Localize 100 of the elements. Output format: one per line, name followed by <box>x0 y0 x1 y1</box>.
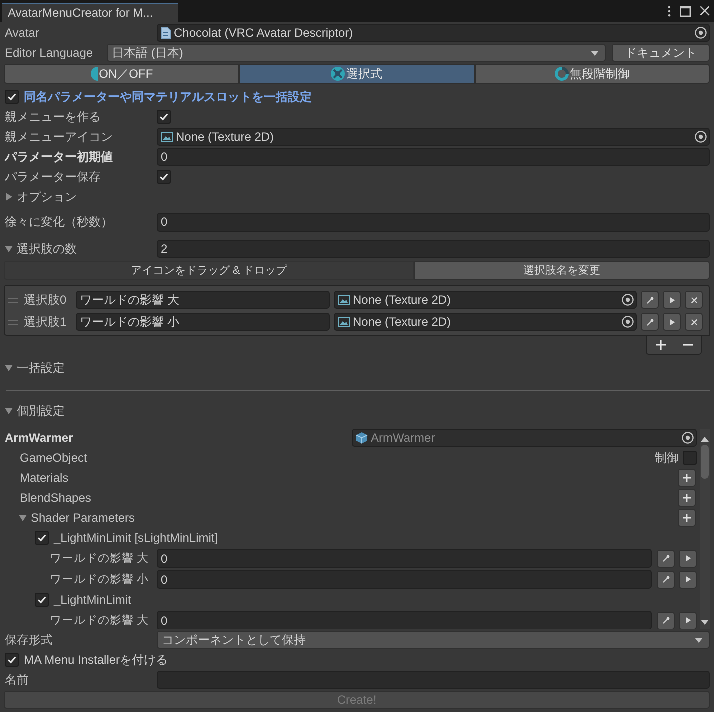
property-label: BlendShapes <box>20 491 92 505</box>
number-field[interactable]: 0 <box>157 148 710 166</box>
pipette-button[interactable] <box>657 550 675 568</box>
play-icon <box>684 617 692 624</box>
text-field[interactable]: ワールドの影響 小 <box>76 313 330 331</box>
foldout-arrow-icon[interactable] <box>5 193 13 201</box>
plus-icon <box>683 474 691 482</box>
section-header[interactable]: 一括設定 <box>17 360 65 376</box>
checkbox-label: 同名パラメーターや同マテリアルスロットを一括設定 <box>24 88 312 106</box>
plus-icon <box>683 514 691 522</box>
close-icon <box>690 318 698 326</box>
pipette-icon <box>662 576 670 583</box>
checkbox[interactable] <box>5 90 19 104</box>
section-header[interactable]: 個別設定 <box>17 402 65 420</box>
add-button[interactable] <box>678 509 696 527</box>
field-label: ワールドの影響 大 <box>50 614 150 628</box>
play-button[interactable] <box>679 612 697 629</box>
close-icon <box>690 296 698 304</box>
document-icon <box>161 27 171 39</box>
add-button[interactable] <box>678 489 696 507</box>
field-label: パラメーター初期値 <box>4 148 114 166</box>
scrollbar[interactable] <box>700 429 710 629</box>
field-label: 名前 <box>4 672 30 688</box>
checkbox[interactable] <box>157 110 171 124</box>
texture-field[interactable]: None (Texture 2D) <box>157 128 710 146</box>
number-field[interactable]: 0 <box>157 570 652 589</box>
target-icon[interactable] <box>622 316 634 328</box>
save-format-dropdown[interactable]: コンポーネントとして保持 <box>157 631 710 649</box>
mode-tab[interactable]: 選択式 <box>239 64 475 84</box>
mode-tab[interactable]: ON／OFF <box>4 64 240 84</box>
texture-field[interactable]: None (Texture 2D) <box>334 291 637 309</box>
number-field[interactable]: 2 <box>157 240 710 258</box>
image-icon <box>338 295 350 305</box>
pipette-button[interactable] <box>657 570 675 588</box>
checkbox[interactable] <box>35 593 49 607</box>
scroll-up-icon[interactable] <box>701 437 709 442</box>
property-label: GameObject <box>20 451 88 465</box>
pipette-button[interactable] <box>657 612 675 629</box>
mode-toggle-button[interactable]: アイコンをドラッグ & ドロップ <box>4 261 414 280</box>
field-label: Editor Language <box>4 46 94 60</box>
avatar-field[interactable]: Chocolat (VRC Avatar Descriptor) <box>157 24 710 42</box>
pipette-icon <box>646 296 654 304</box>
property-label: _LightMinLimit <box>54 593 132 607</box>
pipette-button[interactable] <box>641 313 659 331</box>
checkbox[interactable] <box>157 170 171 184</box>
add-button[interactable] <box>678 469 696 487</box>
field-label: 親メニューを作る <box>4 108 102 126</box>
pipette-icon <box>662 555 670 562</box>
checkbox[interactable] <box>35 531 49 545</box>
mode-toggle-button[interactable]: 選択肢名を変更 <box>414 261 710 280</box>
foldout-arrow-icon[interactable] <box>5 407 13 415</box>
play-icon <box>668 318 676 326</box>
checkbox[interactable] <box>683 451 697 465</box>
window-tab[interactable]: AvatarMenuCreator for M... <box>2 3 178 22</box>
number-field[interactable]: 0 <box>157 611 652 629</box>
pipette-button[interactable] <box>641 291 659 309</box>
number-field[interactable]: 0 <box>157 212 710 232</box>
target-icon[interactable] <box>695 131 707 143</box>
target-icon[interactable] <box>622 294 634 306</box>
foldout-label[interactable]: 選択肢の数 <box>17 240 157 258</box>
foldout-arrow-icon[interactable] <box>5 245 13 253</box>
play-button[interactable] <box>679 550 697 568</box>
remove-button[interactable] <box>685 291 703 309</box>
remove-button[interactable] <box>685 313 703 331</box>
texture-field[interactable]: None (Texture 2D) <box>334 313 637 331</box>
foldout-label[interactable]: Shader Parameters <box>31 511 678 525</box>
documentation-button[interactable]: ドキュメント <box>612 44 710 62</box>
choice-label: 選択肢0 <box>24 292 68 308</box>
scrollbar-thumb[interactable] <box>701 445 709 479</box>
add-icon[interactable] <box>656 340 666 350</box>
language-dropdown[interactable]: 日本語 (日本) <box>107 44 606 62</box>
drag-handle-icon[interactable] <box>8 320 18 324</box>
number-field[interactable]: 0 <box>157 549 652 568</box>
foldout-arrow-icon[interactable] <box>5 364 13 372</box>
mode-tab[interactable]: 無段階制御 <box>474 64 710 84</box>
play-icon <box>684 576 692 583</box>
maximize-icon[interactable] <box>680 6 691 16</box>
drag-handle-icon[interactable] <box>8 298 18 302</box>
play-button[interactable] <box>679 570 697 588</box>
close-icon[interactable] <box>700 6 710 16</box>
play-button[interactable] <box>663 291 681 309</box>
scroll-down-icon[interactable] <box>701 620 709 625</box>
cube-icon <box>356 432 368 444</box>
property-label: _LightMinLimit [sLightMinLimit] <box>54 531 218 545</box>
play-button[interactable] <box>663 313 681 331</box>
foldout-label[interactable]: オプション <box>17 188 77 206</box>
ring-icon <box>554 67 569 81</box>
image-icon <box>338 317 350 327</box>
checkbox-label: 制御 <box>655 450 679 466</box>
text-field[interactable]: ワールドの影響 大 <box>76 291 330 309</box>
plus-icon <box>683 494 691 502</box>
target-icon[interactable] <box>695 27 707 39</box>
foldout-arrow-icon[interactable] <box>19 514 27 522</box>
caret-icon <box>591 50 599 56</box>
choice-label: 選択肢1 <box>24 314 68 330</box>
checkbox[interactable] <box>5 653 19 667</box>
more-icon[interactable] <box>668 6 671 16</box>
pipette-icon <box>662 617 670 624</box>
play-icon <box>668 296 676 304</box>
pipette-icon <box>646 318 654 326</box>
